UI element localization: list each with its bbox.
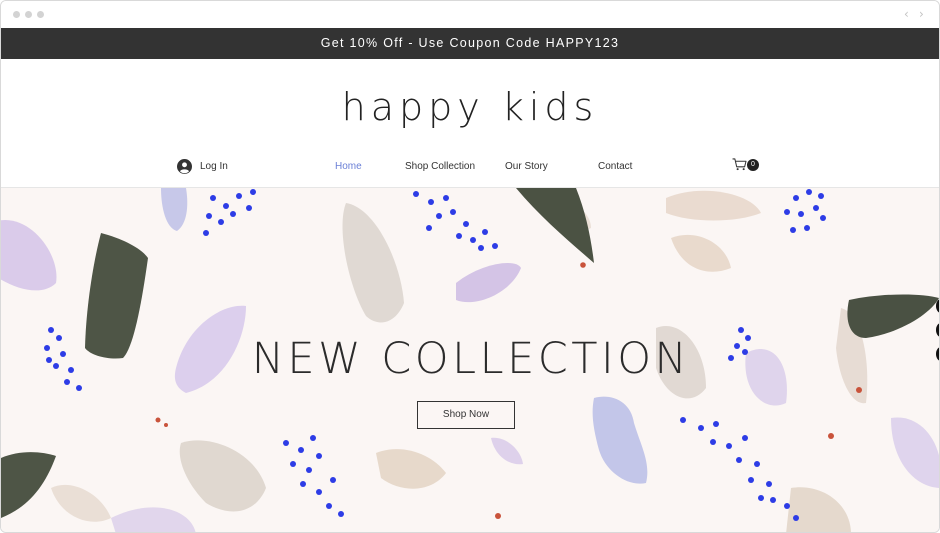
window-minimize-dot[interactable] bbox=[25, 11, 32, 18]
hero-banner: NEW COLLECTION Shop Now bbox=[1, 188, 939, 532]
login-label: Log In bbox=[200, 161, 228, 172]
chevron-right-icon[interactable]: › bbox=[919, 7, 924, 21]
browser-window: ‹ › Get 10% Off - Use Coupon Code HAPPY1… bbox=[0, 0, 940, 533]
chevron-left-icon[interactable]: ‹ bbox=[904, 7, 909, 21]
cart-button[interactable]: 0 bbox=[732, 158, 759, 171]
cart-count-badge: 0 bbox=[747, 159, 759, 171]
window-maximize-dot[interactable] bbox=[37, 11, 44, 18]
section-nav-dot[interactable] bbox=[936, 323, 939, 337]
hero-title: NEW COLLECTION bbox=[251, 334, 691, 384]
window-close-dot[interactable] bbox=[13, 11, 20, 18]
section-nav-dot[interactable] bbox=[936, 347, 939, 361]
browser-toolbar: ‹ › bbox=[1, 1, 939, 28]
shopping-cart-icon bbox=[732, 158, 747, 171]
login-button[interactable]: Log In bbox=[177, 159, 228, 174]
nav-shop-collection[interactable]: Shop Collection bbox=[405, 161, 475, 172]
section-nav-dot[interactable] bbox=[936, 299, 939, 313]
site-logo-title[interactable]: happy kids bbox=[1, 85, 939, 129]
promo-banner: Get 10% Off - Use Coupon Code HAPPY123 bbox=[1, 28, 939, 59]
shop-now-button[interactable]: Shop Now bbox=[417, 401, 515, 429]
user-avatar-icon bbox=[177, 159, 192, 174]
nav-our-story[interactable]: Our Story bbox=[505, 161, 548, 172]
nav-home[interactable]: Home bbox=[335, 161, 362, 172]
page-section-nav[interactable] bbox=[936, 299, 939, 371]
nav-contact[interactable]: Contact bbox=[598, 161, 632, 172]
